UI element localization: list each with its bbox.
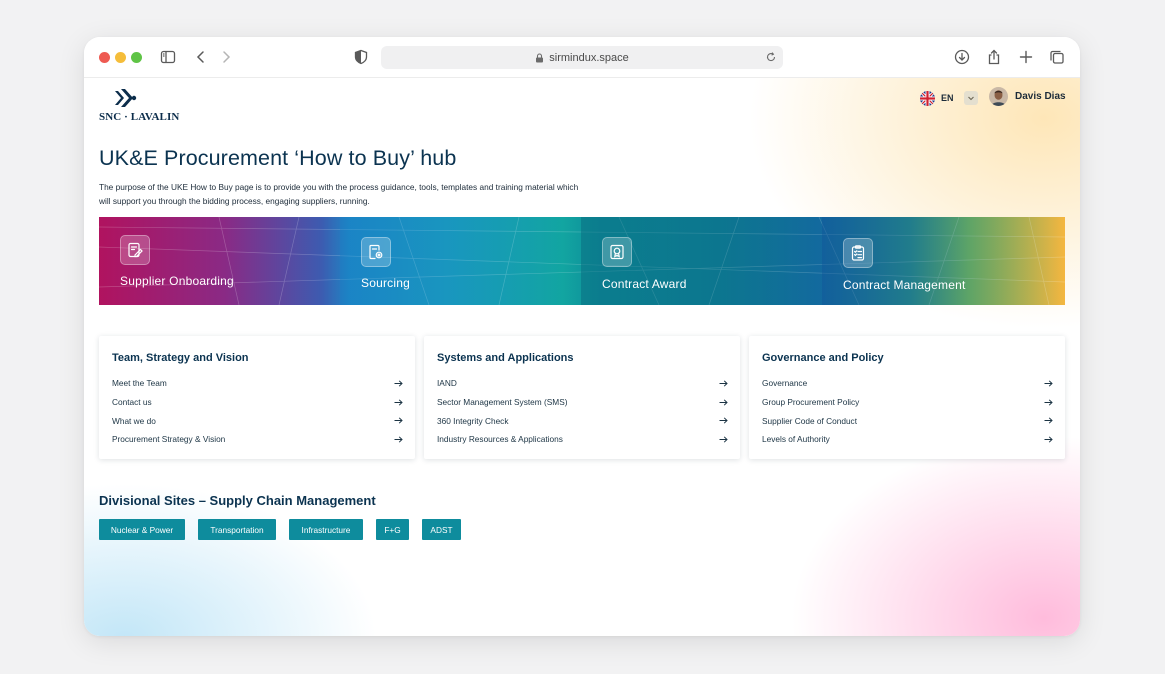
site-button-nuclear-power[interactable]: Nuclear & Power [99,519,185,540]
page-content: SNC · LAVALIN EN Davis Dias UK&E Procure… [84,78,1080,636]
user-name: Davis Dias [1015,91,1066,102]
avatar [989,87,1008,106]
close-window-button[interactable] [99,52,110,63]
arrow-right-icon [719,398,728,406]
site-button-infrastructure[interactable]: Infrastructure [289,519,363,540]
language-selector[interactable]: EN [920,90,978,106]
card-link[interactable]: Levels of Authority [762,430,1053,449]
link-label: Supplier Code of Conduct [762,415,858,426]
card-link[interactable]: 360 Integrity Check [437,411,728,430]
user-menu[interactable]: Davis Dias [989,87,1066,106]
tile-contract-management[interactable]: Contract Management [822,217,1063,305]
card-link-list: Governance Group Procurement Policy Supp… [762,374,1053,449]
tile-supplier-onboarding[interactable]: Supplier Onboarding [99,217,340,305]
link-label: Meet the Team [112,378,167,389]
link-label: IAND [437,378,457,389]
tile-label: Supplier Onboarding [120,274,234,288]
uk-flag-icon [920,90,935,106]
tile-label: Contract Award [602,277,687,291]
arrow-right-icon [719,436,728,443]
link-label: Contact us [112,397,152,408]
logo-chevrons-icon [115,89,137,107]
arrow-right-icon [719,417,728,424]
card-governance-policy: Governance and Policy Governance Group P… [749,336,1065,459]
card-link-list: Meet the Team Contact us What we do Proc… [112,374,403,449]
card-title: Governance and Policy [762,352,884,364]
link-label: Sector Management System (SMS) [437,397,568,408]
card-team-strategy: Team, Strategy and Vision Meet the Team … [99,336,415,459]
card-title: Systems and Applications [437,352,574,364]
reload-icon[interactable] [765,51,777,63]
site-button-transportation[interactable]: Transportation [198,519,276,540]
site-button-fg[interactable]: F+G [376,519,409,540]
arrow-right-icon [394,398,403,406]
back-icon[interactable] [191,47,211,67]
link-label: Industry Resources & Applications [437,434,563,445]
arrow-right-icon [1044,398,1053,406]
arrow-right-icon [1044,417,1053,424]
card-link[interactable]: Group Procurement Policy [762,393,1053,412]
lock-icon [536,52,544,62]
page-title: UK&E Procurement ‘How to Buy’ hub [99,146,457,170]
card-link[interactable]: What we do [112,411,403,430]
language-code: EN [941,93,954,103]
award-document-icon [602,237,632,267]
address-bar[interactable]: sirmindux.space [381,46,783,69]
arrow-right-icon [1044,436,1053,443]
page-intro: The purpose of the UKE How to Buy page i… [99,182,579,206]
process-banner: Supplier Onboarding Sourcing Contract Aw… [99,217,1065,305]
new-tab-icon[interactable] [1016,47,1036,67]
site-button-adst[interactable]: ADST [422,519,461,540]
forward-icon[interactable] [216,47,236,67]
card-link[interactable]: Governance [762,374,1053,393]
divisional-sites-title: Divisional Sites – Supply Chain Manageme… [99,493,376,508]
card-link[interactable]: Industry Resources & Applications [437,430,728,449]
card-link[interactable]: Contact us [112,393,403,412]
arrow-right-icon [719,380,728,387]
chevron-down-icon[interactable] [963,91,978,105]
share-icon[interactable] [984,47,1004,67]
link-label: Procurement Strategy & Vision [112,434,226,445]
tile-label: Contract Management [843,278,966,292]
browser-toolbar: sirmindux.space [84,37,1080,78]
arrow-right-icon [394,436,403,443]
card-link[interactable]: Supplier Code of Conduct [762,411,1053,430]
link-label: Levels of Authority [762,434,830,445]
privacy-shield-icon[interactable] [351,47,371,67]
arrow-right-icon [394,417,403,424]
sidebar-toggle-icon[interactable] [158,47,178,67]
minimize-window-button[interactable] [115,52,126,63]
company-logo[interactable]: SNC · LAVALIN [99,88,179,126]
tab-overview-icon[interactable] [1047,47,1067,67]
arrow-right-icon [1044,380,1053,387]
edit-document-icon [120,235,150,265]
browser-window: sirmindux.space SNC · LAVALIN EN Davis D… [84,37,1080,636]
card-systems-applications: Systems and Applications IAND Sector Man… [424,336,740,459]
maximize-window-button[interactable] [131,52,142,63]
card-link[interactable]: IAND [437,374,728,393]
card-link[interactable]: Sector Management System (SMS) [437,393,728,412]
url-text: sirmindux.space [549,51,629,64]
link-label: 360 Integrity Check [437,415,509,426]
download-icon[interactable] [952,47,972,67]
card-link[interactable]: Meet the Team [112,374,403,393]
card-link[interactable]: Procurement Strategy & Vision [112,430,403,449]
tile-contract-award[interactable]: Contract Award [581,217,822,305]
tile-label: Sourcing [361,276,410,290]
link-label: Group Procurement Policy [762,397,860,408]
link-label: What we do [112,415,156,426]
card-link-list: IAND Sector Management System (SMS) 360 … [437,374,728,449]
logo-text: SNC · LAVALIN [99,111,180,123]
search-document-icon [361,237,391,267]
link-label: Governance [762,378,808,389]
tile-sourcing[interactable]: Sourcing [340,217,581,305]
arrow-right-icon [394,380,403,387]
checklist-icon [843,238,873,268]
card-title: Team, Strategy and Vision [112,352,249,364]
